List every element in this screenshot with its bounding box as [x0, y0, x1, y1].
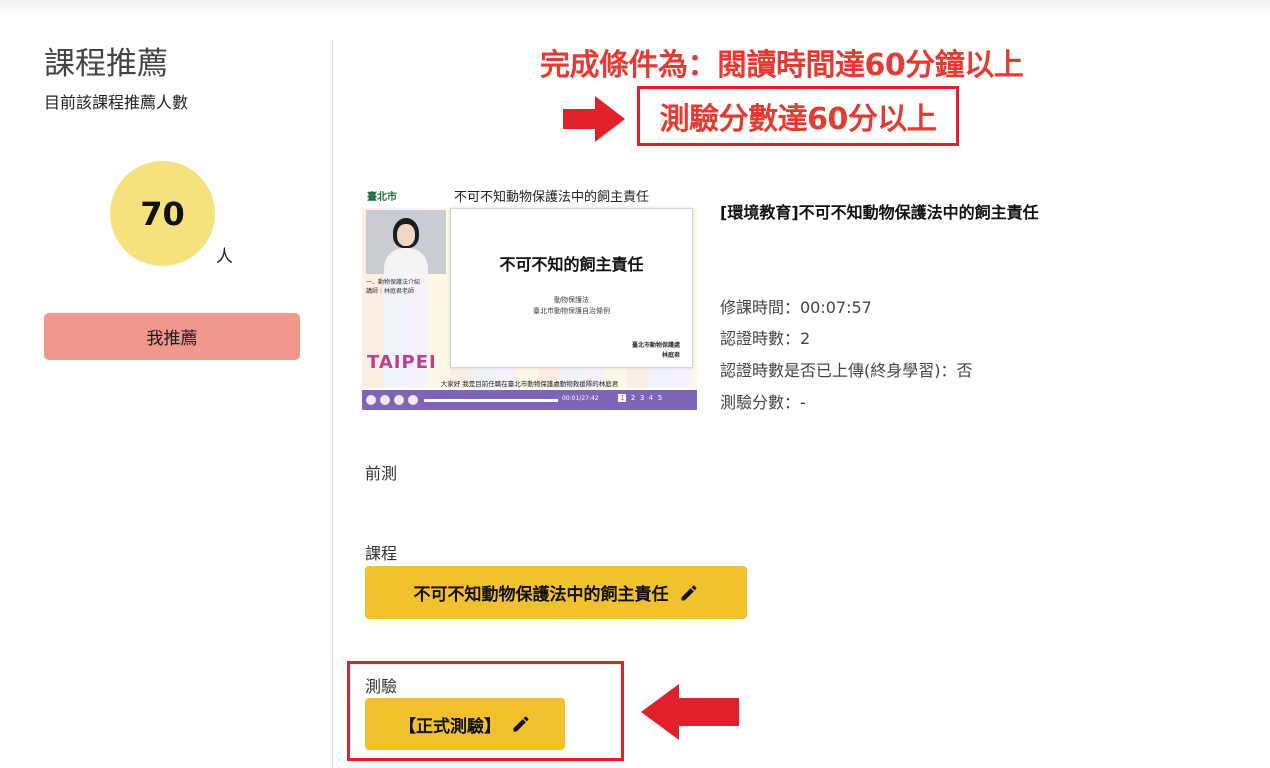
annotation-score-box: 測驗分數達60分以上 [637, 86, 959, 146]
thumbnail-header-title: 不可不知動物保護法中的飼主責任 [454, 190, 650, 205]
volume-icon [394, 395, 404, 405]
recommend-button[interactable]: 我推薦 [44, 313, 300, 360]
course-cert-uploaded: 認證時數是否已上傳(終身學習)：否 [720, 361, 973, 380]
sidebar-title: 課程推薦 [44, 46, 168, 82]
player-page-1: 1 [618, 394, 627, 402]
slide-footer: 臺北市動物保護處 林庭君 [632, 341, 680, 361]
slide-footer-line-1: 臺北市動物保護處 [631, 342, 680, 349]
presenter-body [384, 248, 428, 274]
taipei-brand: TAIPEI [367, 352, 437, 373]
presenter-face [397, 224, 415, 246]
thumbnail-left-caption: 一、動物保護法介紹 講師｜林庭君老師 [366, 278, 420, 296]
recommend-count-unit: 人 [216, 247, 233, 267]
recommend-count-badge: 70 [110, 161, 215, 266]
course-study-time: 修課時間：00:07:57 [720, 298, 872, 317]
course-name: [環境教育]不可不知動物保護法中的飼主責任 [720, 203, 1039, 222]
player-page-2: 2 [630, 394, 636, 402]
thumbnail-logo: 臺北市 [367, 192, 397, 203]
player-pages: 1 2 3 4 5 [618, 394, 662, 402]
left-caption-line-2: 講師｜林庭君老師 [366, 288, 415, 295]
thumbnail-slide: 不可不知的飼主責任 動物保護法 臺北市動物保護自治條例 臺北市動物保護處 林庭君 [450, 208, 693, 368]
player-page-5: 5 [657, 394, 663, 402]
left-caption-line-1: 一、動物保護法介紹 [366, 279, 421, 286]
course-section-label: 課程 [365, 544, 398, 563]
player-page-3: 3 [639, 394, 645, 402]
slide-subtitle: 動物保護法 臺北市動物保護自治條例 [451, 295, 692, 317]
formal-quiz-button-label: 【正式測驗】 [399, 716, 501, 737]
player-time: 00:01/27:42 [562, 395, 599, 402]
course-cert-hours: 認證時數：2 [720, 329, 811, 348]
sidebar-subtitle: 目前該課程推薦人數 [44, 93, 189, 112]
pencil-icon [513, 716, 529, 732]
course-test-score: 測驗分數：- [720, 393, 806, 412]
slide-subtitle-line-2: 臺北市動物保護自治條例 [533, 307, 610, 315]
rewind-icon [408, 395, 418, 405]
course-thumbnail[interactable]: 臺北市 不可不知動物保護法中的飼主責任 一、動物保護法介紹 講師｜林庭君老師 不… [362, 180, 697, 410]
top-bar [0, 0, 1270, 20]
annotation-arrow-left-icon [641, 684, 739, 740]
player-progress-track [424, 399, 558, 402]
stop-icon [380, 395, 390, 405]
column-divider [332, 40, 333, 768]
quiz-section-label: 測驗 [365, 677, 398, 696]
pretest-label: 前測 [365, 464, 398, 483]
annotation-completion-condition: 完成條件為：閱讀時間達60分鐘以上 [540, 48, 1024, 83]
course-start-button-label: 不可不知動物保護法中的飼主責任 [413, 585, 669, 605]
annotation-score-condition: 測驗分數達60分以上 [659, 102, 937, 137]
slide-title: 不可不知的飼主責任 [499, 255, 644, 274]
slide-footer-line-2: 林庭君 [661, 352, 680, 359]
pencil-icon [681, 584, 697, 600]
thumbnail-video-subtitle: 大家好 我是目前任職在臺北市動物保護處動物救援隊的林庭君 [440, 380, 619, 388]
annotation-arrow-right-icon [563, 96, 625, 142]
thumbnail-header: 臺北市 不可不知動物保護法中的飼主責任 [362, 180, 697, 208]
formal-quiz-button[interactable]: 【正式測驗】 [365, 698, 565, 750]
recommend-count: 70 [140, 194, 185, 233]
course-start-button[interactable]: 不可不知動物保護法中的飼主責任 [365, 566, 747, 619]
slide-subtitle-line-1: 動物保護法 [554, 296, 589, 304]
thumbnail-player-bar: 00:01/27:42 1 2 3 4 5 [362, 390, 697, 410]
player-page-4: 4 [648, 394, 654, 402]
play-icon [366, 395, 376, 405]
thumbnail-presenter-video [366, 210, 446, 274]
